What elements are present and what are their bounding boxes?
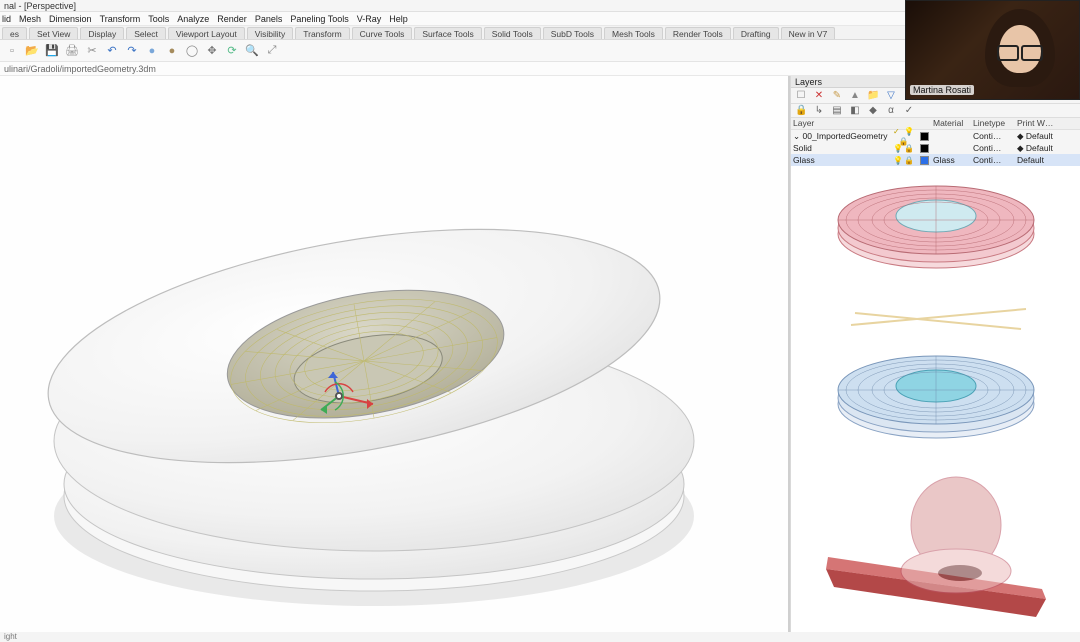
rot-icon[interactable]: ⟳ — [224, 43, 240, 59]
undo-icon[interactable]: ↶ — [104, 43, 120, 59]
layer-visibility-icon[interactable]: 💡🔒 — [891, 143, 917, 153]
tab-es[interactable]: es — [2, 27, 27, 39]
menu-render[interactable]: Render — [217, 12, 247, 25]
tab-drafting[interactable]: Drafting — [733, 27, 779, 39]
menu-mesh[interactable]: Mesh — [19, 12, 41, 25]
menu-dimension[interactable]: Dimension — [49, 12, 92, 25]
torus-icon[interactable]: ◯ — [184, 43, 200, 59]
props-icon[interactable]: ▤ — [831, 105, 843, 116]
status-bar: ight — [0, 632, 1080, 642]
new-icon[interactable]: ▫ — [4, 43, 20, 59]
lock-icon[interactable]: 🔒 — [795, 105, 807, 116]
layer-linetype[interactable]: Conti… — [971, 143, 1015, 153]
menu-analyze[interactable]: Analyze — [177, 12, 209, 25]
menu-help[interactable]: Help — [389, 12, 408, 25]
webcam-overlay: Martina Rosati — [905, 0, 1080, 100]
layer-visibility-icon[interactable]: 💡🔒 — [891, 155, 917, 165]
layer-color-swatch[interactable] — [917, 131, 931, 141]
tab-solid-tools[interactable]: Solid Tools — [484, 27, 541, 39]
layer-printwidth[interactable]: ◆ Default — [1015, 143, 1080, 154]
col-header-material[interactable]: Material — [931, 118, 971, 129]
menu-panels[interactable]: Panels — [255, 12, 283, 25]
layer-color-swatch[interactable] — [917, 143, 931, 153]
tab-select[interactable]: Select — [126, 27, 166, 39]
col-header-linetype[interactable]: Linetype — [971, 118, 1015, 129]
layer-linetype[interactable]: Conti… — [971, 131, 1015, 141]
tab-display[interactable]: Display — [80, 27, 124, 39]
layer-color-swatch[interactable] — [917, 155, 931, 165]
new-layer-icon[interactable]: ☐ — [795, 90, 807, 101]
menu-paneling-tools[interactable]: Paneling Tools — [290, 12, 348, 25]
save-icon[interactable]: 💾 — [44, 43, 60, 59]
layer-printwidth[interactable]: ◆ Default — [1015, 131, 1080, 142]
layer-name: ⌄ 00_ImportedGeometry — [791, 131, 891, 142]
thumb-red-model — [821, 469, 1051, 619]
menu-tools[interactable]: Tools — [148, 12, 169, 25]
filter-icon[interactable]: ▽ — [885, 90, 897, 101]
up-icon[interactable]: ▲ — [849, 90, 861, 101]
tab-surface-tools[interactable]: Surface Tools — [414, 27, 481, 39]
print-icon[interactable]: 🖨 — [64, 43, 80, 59]
tab-transform[interactable]: Transform — [295, 27, 349, 39]
layer-material[interactable]: Glass — [931, 155, 971, 165]
curr-icon[interactable]: ✓ — [903, 105, 915, 116]
tab-subd-tools[interactable]: SubD Tools — [543, 27, 602, 39]
mat-icon[interactable]: ◆ — [867, 105, 879, 116]
color-icon[interactable]: ◧ — [849, 105, 861, 116]
presenter-name-tag: Martina Rosati — [910, 85, 974, 95]
layer-row-glass[interactable]: Glass💡🔒GlassConti…Default — [791, 154, 1080, 166]
layer-printwidth[interactable]: Default — [1015, 155, 1080, 165]
layer-name: Solid — [791, 143, 891, 153]
layer-row-solid[interactable]: Solid💡🔒 Conti…◆ Default — [791, 142, 1080, 154]
menu-lid[interactable]: lid — [2, 12, 11, 25]
title-text: nal - [Perspective] — [4, 1, 76, 11]
col-header-printw[interactable]: Print W… — [1015, 118, 1080, 129]
zoomext-icon[interactable]: ⤢ — [264, 43, 280, 59]
viewport-model — [0, 76, 788, 632]
perspective-viewport[interactable] — [0, 76, 790, 632]
new-sub-icon[interactable]: ↳ — [813, 105, 825, 116]
edit-layer-icon[interactable]: ✎ — [831, 90, 843, 101]
tab-visibility[interactable]: Visibility — [247, 27, 294, 39]
thumb-pink-model — [831, 179, 1041, 289]
delete-layer-icon[interactable]: ✕ — [813, 90, 825, 101]
pan-icon[interactable]: ✥ — [204, 43, 220, 59]
layer-linetype[interactable]: Conti… — [971, 155, 1015, 165]
menu-v-ray[interactable]: V-Ray — [357, 12, 382, 25]
layers-column-headers: Layer Material Linetype Print W… — [791, 118, 1080, 130]
redo-icon[interactable]: ↷ — [124, 43, 140, 59]
tab-viewport-layout[interactable]: Viewport Layout — [168, 27, 245, 39]
tab-render-tools[interactable]: Render Tools — [665, 27, 731, 39]
tab-set-view[interactable]: Set View — [29, 27, 78, 39]
zoom-icon[interactable]: 🔍 — [244, 43, 260, 59]
thumb-sticks — [831, 299, 1041, 339]
col-header-layer[interactable]: Layer — [791, 118, 891, 129]
presenter-face — [985, 9, 1055, 97]
layers-toolbar-2: 🔒 ↳ ▤ ◧ ◆ α ✓ — [791, 104, 1080, 118]
tab-curve-tools[interactable]: Curve Tools — [352, 27, 413, 39]
tab-new-in-v7[interactable]: New in V7 — [781, 27, 836, 39]
open-icon[interactable]: 📂 — [24, 43, 40, 59]
status-text: ight — [4, 632, 17, 641]
workspace: Layers ☐✕✎▲📁▽⚙ 🔒↳▤◧◆α✓ Layer Material Li… — [0, 76, 1080, 632]
thumb-blue-model — [831, 349, 1041, 459]
layers-list: ⌄ 00_ImportedGeometry✓ 💡🔒Conti…◆ Default… — [791, 130, 1080, 166]
folder-icon[interactable]: 📁 — [867, 90, 879, 101]
menu-transform[interactable]: Transform — [100, 12, 141, 25]
cut-icon[interactable]: ✂ — [84, 43, 100, 59]
layer-row-00-importedgeometry[interactable]: ⌄ 00_ImportedGeometry✓ 💡🔒Conti…◆ Default — [791, 130, 1080, 142]
tab-mesh-tools[interactable]: Mesh Tools — [604, 27, 663, 39]
preview-thumbnails — [791, 166, 1080, 632]
file-path-text: ulinari/Gradoli/importedGeometry.3dm — [4, 64, 156, 74]
sphere-icon[interactable]: ● — [144, 43, 160, 59]
alpha-icon[interactable]: α — [885, 105, 897, 116]
layer-name: Glass — [791, 155, 891, 165]
sphere2-icon[interactable]: ● — [164, 43, 180, 59]
layers-panel: Layers ☐✕✎▲📁▽⚙ 🔒↳▤◧◆α✓ Layer Material Li… — [790, 76, 1080, 632]
